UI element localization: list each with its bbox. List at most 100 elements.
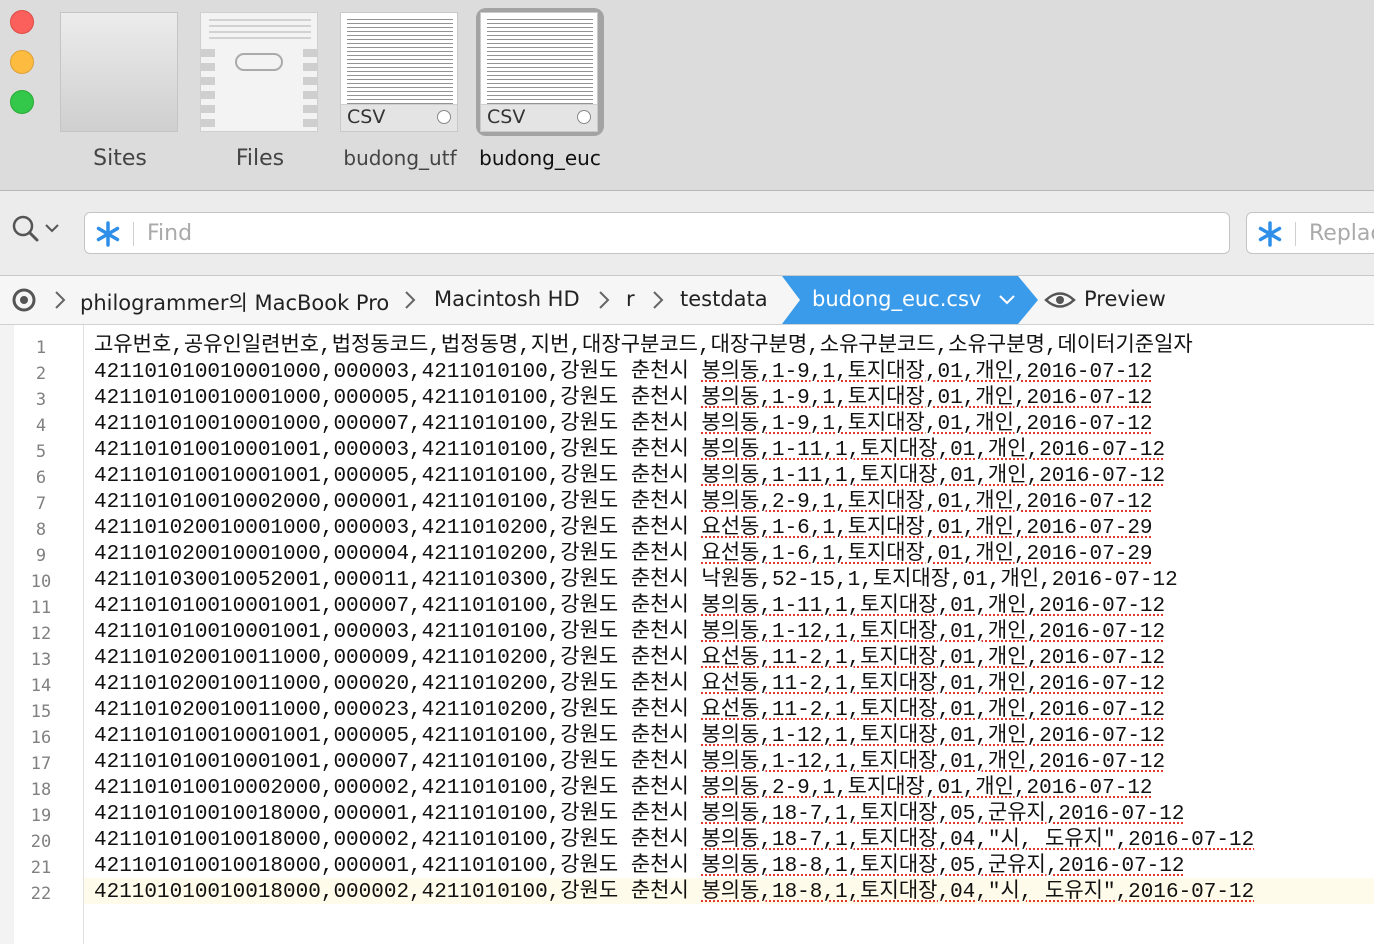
regex-asterisk-icon[interactable] <box>93 219 123 249</box>
code-line: 고유번호,공유인일련번호,법정동코드,법정동명,지번,대장구분코드,대장구분명,… <box>94 334 1193 360</box>
breadcrumb-current-file[interactable]: budong_euc.csv <box>782 276 1040 324</box>
code-text: 421101010010001000,000005,4211010100,강원도… <box>94 387 702 410</box>
code-text: 421101010010001001,000003,4211010100,강원도… <box>94 439 702 462</box>
breadcrumb-volume[interactable]: Macintosh HD <box>434 287 580 311</box>
replace-input[interactable]: Replace <box>1309 221 1374 246</box>
chevron-right-icon <box>599 291 610 309</box>
tab-budong-euc[interactable]: CSV budong_euc <box>476 8 604 178</box>
line-number: 2 <box>35 364 47 384</box>
search-options-menu[interactable] <box>10 213 66 243</box>
misspelled-text: 봉의동,1-11,1,토지대장,01,개인,2016-07-12 <box>701 595 1166 618</box>
misspelled-text: 봉의동,18-8,1,토지대장,05,군유지,2016-07-12 <box>701 855 1185 878</box>
code-text: 421101030010052001,000011,4211010300,강원도… <box>94 569 1178 592</box>
code-text: 421101020010011000,000020,4211010200,강원도… <box>94 673 702 696</box>
code-text: 421101010010002000,000002,4211010100,강원도… <box>94 777 702 800</box>
code-text: 421101010010001001,000005,4211010100,강원도… <box>94 465 702 488</box>
line-number: 4 <box>35 416 47 436</box>
code-line: 421101010010001001,000003,4211010100,강원도… <box>94 620 1165 646</box>
line-number: 7 <box>35 494 47 514</box>
code-text: 421101010010001001,000007,4211010100,강원도… <box>94 595 702 618</box>
breadcrumb-folder-testdata[interactable]: testdata <box>680 287 768 311</box>
code-line: 421101010010001001,000005,4211010100,강원도… <box>94 464 1165 490</box>
misspelled-text: 요선동,11-2,1,토지대장,01,개인,2016-07-12 <box>701 699 1166 722</box>
line-number: 11 <box>30 598 52 618</box>
misspelled-text: 봉의동,1-12,1,토지대장,01,개인,2016-07-12 <box>701 751 1166 774</box>
code-line: 421101010010001001,000007,4211010100,강원도… <box>94 750 1165 776</box>
line-number: 3 <box>35 390 47 410</box>
code-text: 421101010010002000,000001,4211010100,강원도… <box>94 491 702 514</box>
code-line: 421101010010001001,000005,4211010100,강원도… <box>94 724 1165 750</box>
chevron-right-icon <box>55 291 66 309</box>
csv-badge: CSV <box>487 106 526 128</box>
line-number: 12 <box>30 624 52 644</box>
misspelled-text: 봉의동,2-9,1,토지대장,01,개인,2016-07-12 <box>701 491 1153 514</box>
misspelled-text: 봉의동,1-12,1,토지대장,01,개인,2016-07-12 <box>701 725 1166 748</box>
misspelled-text: 봉의동,1-9,1,토지대장,01,개인,2016-07-12 <box>701 387 1153 410</box>
regex-asterisk-icon[interactable] <box>1255 219 1285 249</box>
toggle-sidebar-icon[interactable] <box>10 286 42 314</box>
breadcrumb-computer[interactable]: philogrammer의 MacBook Pro <box>80 287 389 317</box>
chevron-right-icon <box>405 291 416 309</box>
line-number: 22 <box>30 884 52 904</box>
code-line: 421101020010001000,000003,4211010200,강원도… <box>94 516 1153 542</box>
code-text: 421101010010018000,000002,4211010100,강원도… <box>94 881 702 904</box>
code-line: 421101020010011000,000020,4211010200,강원도… <box>94 672 1165 698</box>
chevron-down-icon <box>999 295 1015 305</box>
code-text: 421101010010001001,000007,4211010100,강원도… <box>94 751 702 774</box>
csv-badge: CSV <box>347 106 386 128</box>
code-line: 421101010010018000,000001,4211010100,강원도… <box>94 854 1184 880</box>
close-window-button[interactable] <box>10 10 34 34</box>
line-number: 15 <box>30 702 52 722</box>
tab-label: budong_euc <box>479 146 601 170</box>
preview-button[interactable]: Preview <box>1084 287 1166 311</box>
zoom-window-button[interactable] <box>10 90 34 114</box>
misspelled-text: 봉의동,1-11,1,토지대장,01,개인,2016-07-12 <box>701 465 1166 488</box>
tab-files[interactable]: Files <box>196 8 324 178</box>
find-input[interactable]: Find <box>147 221 192 246</box>
tab-sites[interactable]: Sites <box>56 8 184 178</box>
breadcrumb: philogrammer의 MacBook Pro Macintosh HD r… <box>0 276 1374 325</box>
tab-label: budong_utf <box>343 146 457 170</box>
line-number: 1 <box>35 338 47 358</box>
code-line: 421101020010011000,000009,4211010200,강원도… <box>94 646 1165 672</box>
line-number: 9 <box>35 546 47 566</box>
code-line: 421101030010052001,000011,4211010300,강원도… <box>94 568 1178 594</box>
line-number: 6 <box>35 468 47 488</box>
code-text: 421101010010018000,000001,4211010100,강원도… <box>94 855 702 878</box>
files-thumbnail <box>200 12 318 132</box>
code-line: 421101010010001000,000005,4211010100,강원도… <box>94 386 1153 412</box>
code-text: 고유번호,공유인일련번호,법정동코드,법정동명,지번,대장구분코드,대장구분명,… <box>94 335 1193 358</box>
minimize-window-button[interactable] <box>10 50 34 74</box>
replace-field[interactable]: Replace <box>1246 212 1374 254</box>
code-text: 421101020010001000,000003,4211010200,강원도… <box>94 517 702 540</box>
code-text: 421101010010018000,000002,4211010100,강원도… <box>94 829 702 852</box>
misspelled-text: 봉의동,1-9,1,토지대장,01,개인,2016-07-12 <box>701 361 1153 384</box>
code-line: 421101010010018000,000002,4211010100,강원도… <box>94 828 1254 854</box>
window-titlebar: Sites Files CSV budong_utf CSV budong_eu… <box>0 0 1374 191</box>
breadcrumb-folder-r[interactable]: r <box>626 287 635 311</box>
current-file-name: budong_euc.csv <box>812 287 982 311</box>
misspelled-text: 봉의동,1-12,1,토지대장,01,개인,2016-07-12 <box>701 621 1166 644</box>
code-line: 421101010010001001,000007,4211010100,강원도… <box>94 594 1165 620</box>
misspelled-text: 요선동,11-2,1,토지대장,01,개인,2016-07-12 <box>701 647 1166 670</box>
line-number: 21 <box>30 858 52 878</box>
code-text: 421101010010001000,000007,4211010100,강원도… <box>94 413 702 436</box>
misspelled-text: 요선동,1-6,1,토지대장,01,개인,2016-07-29 <box>701 517 1153 540</box>
misspelled-text: 봉의동,1-11,1,토지대장,01,개인,2016-07-12 <box>701 439 1166 462</box>
line-number: 17 <box>30 754 52 774</box>
line-number: 13 <box>30 650 52 670</box>
tab-budong-utf[interactable]: CSV budong_utf <box>336 8 464 178</box>
misspelled-text: 봉의동,2-9,1,토지대장,01,개인,2016-07-12 <box>701 777 1153 800</box>
csv-file-thumbnail: CSV <box>340 12 458 132</box>
magnifier-icon <box>12 215 59 242</box>
eye-icon[interactable] <box>1044 290 1076 310</box>
misspelled-text: 봉의동,18-7,1,토지대장,04,"시, 도유지",2016-07-12 <box>701 829 1255 852</box>
misspelled-text: 봉의동,18-7,1,토지대장,05,군유지,2016-07-12 <box>701 803 1185 826</box>
misspelled-text: 요선동,1-6,1,토지대장,01,개인,2016-07-29 <box>701 543 1153 566</box>
chevron-right-icon <box>653 291 664 309</box>
find-field[interactable]: Find <box>84 212 1230 254</box>
line-number: 14 <box>30 676 52 696</box>
code-line: 421101010010001001,000003,4211010100,강원도… <box>94 438 1165 464</box>
code-line: 421101010010001000,000007,4211010100,강원도… <box>94 412 1153 438</box>
code-text: 421101010010001001,000003,4211010100,강원도… <box>94 621 702 644</box>
